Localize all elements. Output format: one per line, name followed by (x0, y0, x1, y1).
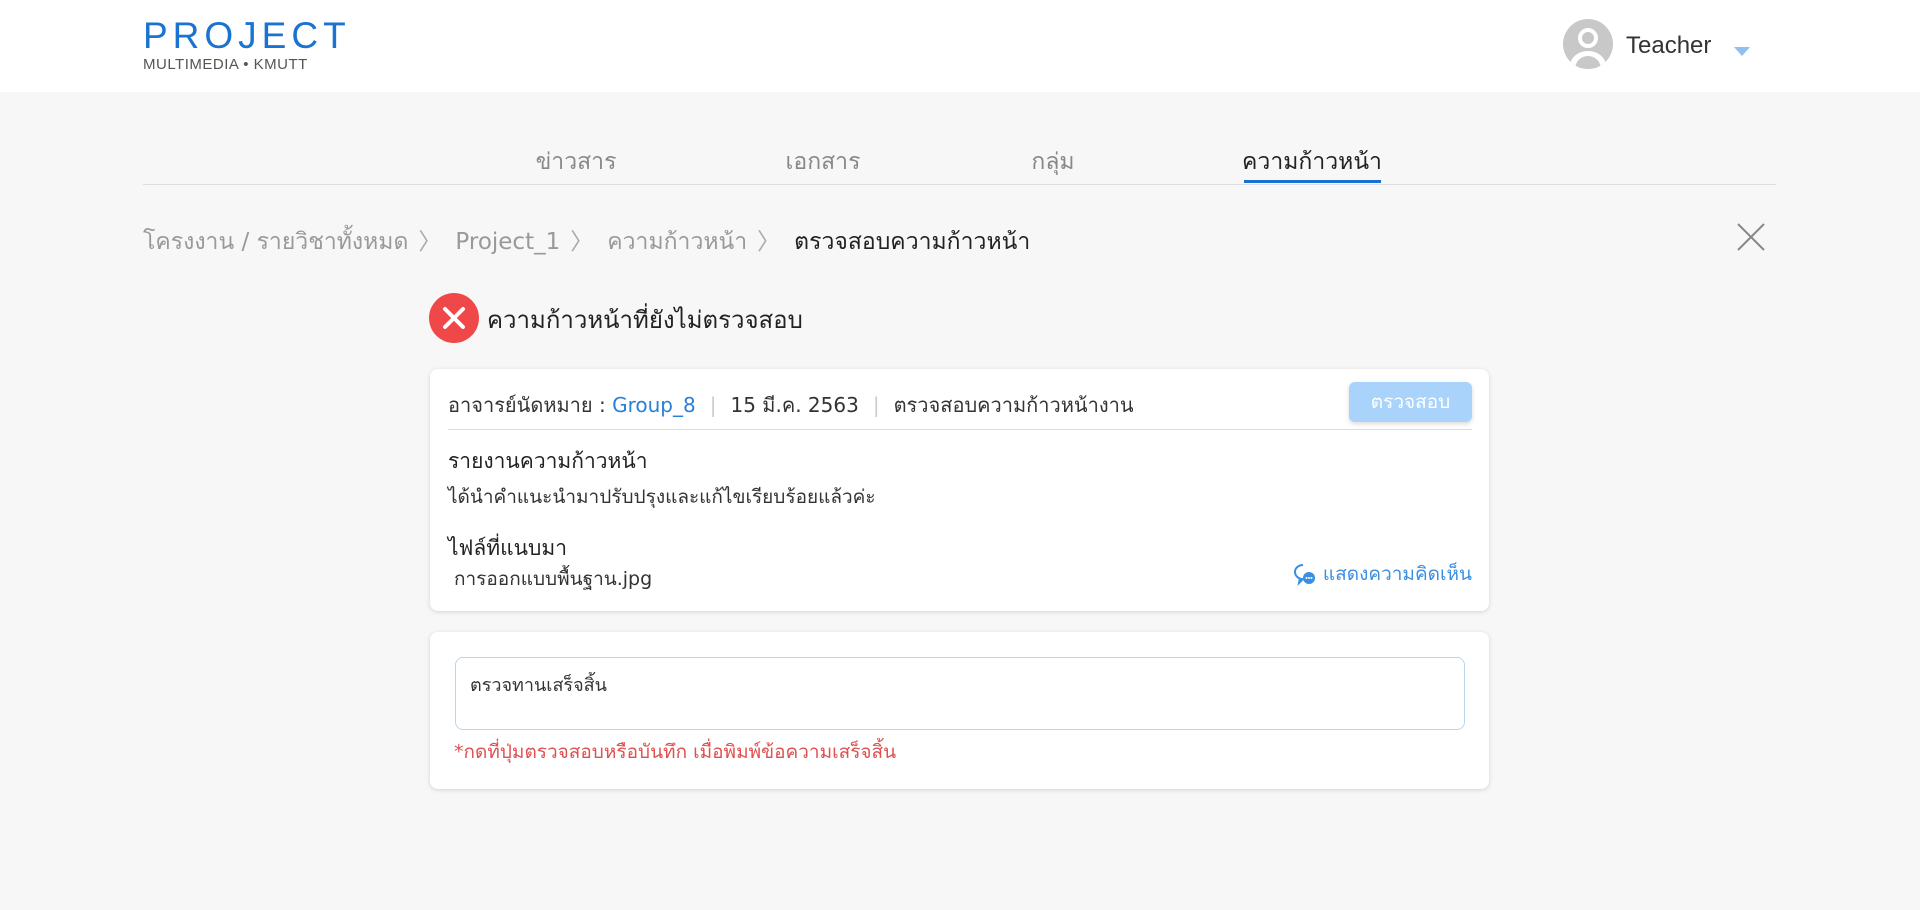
group-link[interactable]: Group_8 (612, 393, 696, 417)
avatar[interactable] (1563, 19, 1613, 69)
progress-card: อาจารย์นัดหมาย : Group_8 | 15 มี.ค. 2563 | ต… (430, 369, 1489, 611)
breadcrumb-project[interactable]: Project_1 (455, 229, 560, 255)
tab-divider (143, 184, 1776, 185)
chevron-down-icon[interactable] (1734, 47, 1750, 56)
user-name[interactable]: Teacher (1626, 32, 1711, 60)
breadcrumb-current: ตรวจสอบความก้าวหน้า (794, 229, 1031, 255)
appointment-info: อาจารย์นัดหมาย : Group_8 | 15 มี.ค. 2563 | ต… (448, 393, 1134, 417)
tab-documents[interactable]: เอกสาร (786, 144, 861, 180)
appointment-label: อาจารย์นัดหมาย : (448, 393, 606, 417)
divider (448, 429, 1472, 430)
review-card: ตรวจทานเสร็จสิ้น *กดที่ปุ่มตรวจสอบหรือบั… (430, 632, 1489, 789)
logo-sub-text: MULTIMEDIA • KMUTT (143, 56, 308, 73)
tab-groups[interactable]: กลุ่ม (1031, 144, 1074, 180)
chevron-right-icon: 〉 (757, 229, 781, 255)
status-title: ความก้าวหน้าที่ยังไม่ตรวจสอบ (487, 306, 803, 334)
logo[interactable]: PROJECT MULTIMEDIA • KMUTT (143, 15, 351, 74)
show-comments-link[interactable]: แสดงความคิดเห็น (1293, 559, 1472, 589)
tab-news[interactable]: ข่าวสาร (536, 144, 617, 180)
chevron-right-icon: 〉 (570, 229, 594, 255)
appointment-date: 15 มี.ค. 2563 (730, 393, 859, 417)
files-label: ไฟล์ที่แนบมา (448, 536, 567, 560)
chevron-right-icon: 〉 (418, 229, 442, 255)
top-header: PROJECT MULTIMEDIA • KMUTT Teacher (0, 0, 1920, 92)
logo-main-text: PROJECT (143, 15, 351, 56)
review-comment-input[interactable]: ตรวจทานเสร็จสิ้น (455, 657, 1465, 730)
report-label: รายงานความก้าวหน้า (448, 449, 648, 473)
file-link[interactable]: การออกแบบพื้นฐาน.jpg (454, 564, 652, 594)
tab-progress[interactable]: ความก้าวหน้า (1242, 144, 1382, 180)
check-button[interactable]: ตรวจสอบ (1349, 382, 1472, 422)
breadcrumb-projects[interactable]: โครงงาน / รายวิชาทั้งหมด (143, 229, 408, 255)
breadcrumb: โครงงาน / รายวิชาทั้งหมด 〉 Project_1 〉 ความก… (143, 222, 1030, 260)
show-comments-label: แสดงความคิดเห็น (1322, 563, 1472, 585)
x-circle-icon (429, 293, 479, 343)
report-text: ได้นำคำแนะนำมาปรับปรุงและแก้ไขเรียบร้อยแ… (448, 486, 876, 508)
breadcrumb-progress[interactable]: ความก้าวหน้า (607, 229, 747, 255)
chat-bubble-icon (1293, 564, 1315, 586)
hint-text: *กดที่ปุ่มตรวจสอบหรือบันทึก เมื่อพิมพ์ข้… (454, 741, 897, 763)
close-icon[interactable] (1736, 222, 1766, 252)
appointment-topic: ตรวจสอบความก้าวหน้างาน (893, 393, 1134, 417)
active-tab-indicator (1244, 180, 1381, 183)
